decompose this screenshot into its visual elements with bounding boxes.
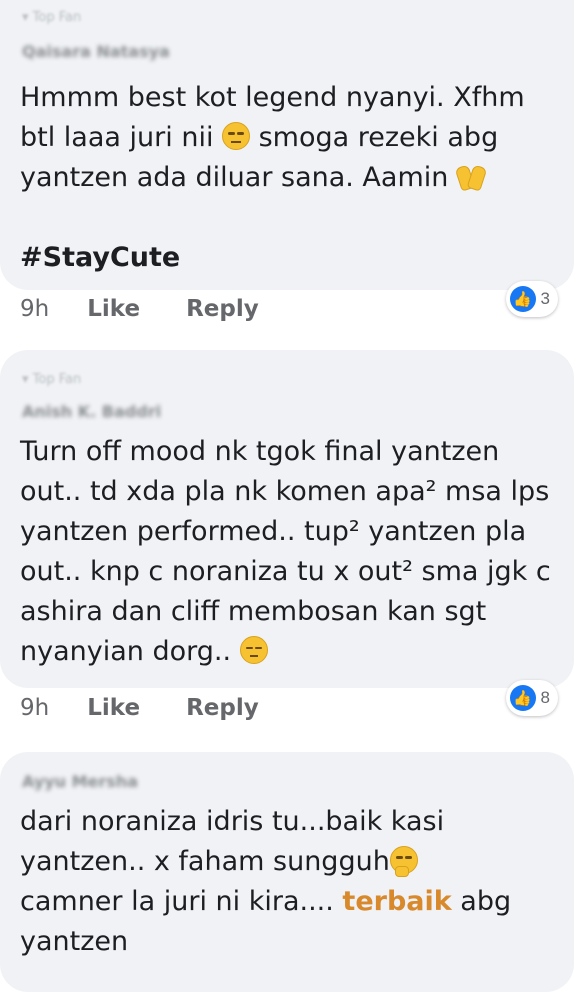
open-hands-icon xyxy=(454,164,488,192)
comment-text: dari noraniza idris tu...baik kasi yantz… xyxy=(20,806,520,957)
reaction-count: 3 xyxy=(540,289,550,308)
like-button[interactable]: Like xyxy=(87,695,140,721)
comment-time[interactable]: 9h xyxy=(20,695,49,721)
thumbs-up-icon: 👍 xyxy=(509,286,536,312)
comment-author[interactable]: Anish K. Baddri xyxy=(22,402,161,421)
highlighted-word: terbaik xyxy=(342,886,452,917)
like-button[interactable]: Like xyxy=(87,296,140,322)
comment-bubble: ▾ Top Fan Qaisara Natasya Hmmm best kot … xyxy=(0,0,574,290)
top-fan-badge: ▾ Top Fan xyxy=(22,372,82,387)
thinking-face-icon xyxy=(389,846,418,877)
thumbs-up-icon: 👍 xyxy=(509,685,536,711)
unamused-face-icon xyxy=(239,636,268,664)
comment-text: Hmmm best kot legend nyanyi. Xfhm btl la… xyxy=(20,82,534,273)
reaction-summary[interactable]: 👍 8 xyxy=(505,680,558,716)
comment-author[interactable]: Qaisara Natasya xyxy=(22,42,170,61)
reaction-summary[interactable]: 👍 3 xyxy=(505,281,558,317)
comment-time[interactable]: 9h xyxy=(20,296,49,322)
reply-button[interactable]: Reply xyxy=(186,296,259,322)
comment-actions: 9h Like Reply xyxy=(20,296,259,322)
reply-button[interactable]: Reply xyxy=(186,695,259,721)
comment-bubble: Ayyu Mersha dari noraniza idris tu...bai… xyxy=(0,752,574,992)
expressionless-face-icon xyxy=(222,122,251,150)
top-fan-badge: ▾ Top Fan xyxy=(22,10,82,25)
comment-bubble: ▾ Top Fan Anish K. Baddri Turn off mood … xyxy=(0,350,574,688)
comment-author[interactable]: Ayyu Mersha xyxy=(22,772,138,791)
hashtag-link[interactable]: #StayCute xyxy=(20,242,180,273)
comment-text: Turn off mood nk tgok final yantzen out.… xyxy=(20,436,560,667)
comment-actions: 9h Like Reply xyxy=(20,695,259,721)
reaction-count: 8 xyxy=(540,688,550,707)
